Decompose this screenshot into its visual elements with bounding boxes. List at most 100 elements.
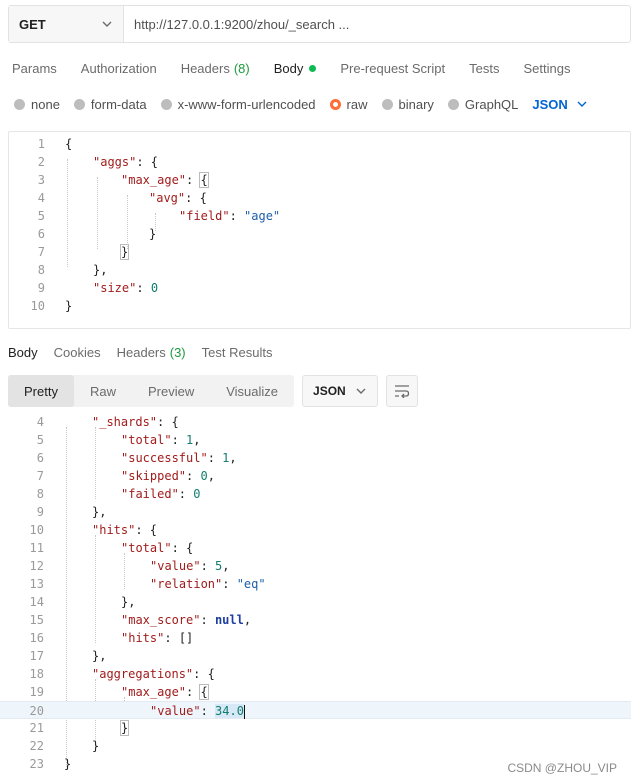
- view-preview-button[interactable]: Preview: [132, 375, 210, 407]
- code-line: 12 "value": 5,: [0, 557, 631, 575]
- json-key: "total": [121, 541, 172, 555]
- code-text: },: [121, 595, 136, 609]
- body-type-binary[interactable]: binary: [381, 97, 434, 112]
- view-visualize-button[interactable]: Visualize: [210, 375, 294, 407]
- code-line: 14},: [0, 593, 631, 611]
- chevron-down-icon: [102, 21, 112, 27]
- code-line: 15 "max_score": null,: [0, 611, 631, 629]
- modified-dot-icon: [309, 64, 317, 72]
- code-line: 10 "hits": {: [0, 521, 631, 539]
- brace: {: [65, 137, 73, 151]
- code-text: }: [92, 739, 100, 753]
- res-tab-cookies[interactable]: Cookies: [46, 336, 109, 368]
- line-number: 18: [29, 667, 44, 681]
- json-key: "field": [179, 209, 230, 223]
- line-number: 17: [29, 649, 44, 663]
- method-select[interactable]: GET: [9, 6, 124, 42]
- res-tab-headers[interactable]: Headers (3): [109, 336, 194, 368]
- code-text: "max_score": null,: [121, 613, 252, 627]
- code-line: 22}: [0, 737, 631, 755]
- json-number: 0: [193, 487, 201, 501]
- tab-settings[interactable]: Settings: [511, 52, 582, 84]
- language-label: JSON: [532, 96, 568, 112]
- code-text: "hits": {: [92, 523, 158, 537]
- tab-prerequest-script[interactable]: Pre-request Script: [328, 52, 457, 84]
- code-line: 9},: [0, 503, 631, 521]
- body-type-urlencoded[interactable]: x-www-form-urlencoded: [160, 97, 316, 112]
- line-number: 13: [29, 577, 44, 591]
- code-line: 11 "total": {: [0, 539, 631, 557]
- tab-authorization[interactable]: Authorization: [69, 52, 169, 84]
- json-key: "size": [93, 281, 137, 295]
- code-text: }: [149, 227, 157, 241]
- line-number: 10: [29, 523, 44, 537]
- radio-selected-icon: [329, 98, 341, 110]
- json-key: "max_age": [121, 173, 187, 187]
- code-line: 1{: [9, 135, 630, 153]
- request-body-editor[interactable]: 1{ 2 "aggs": { 3 "max_age": { 4 "avg": { 5 "…: [8, 131, 631, 329]
- brace: }: [65, 299, 73, 313]
- line-number: 3: [37, 173, 45, 187]
- res-tab-body[interactable]: Body: [0, 336, 46, 368]
- body-type-form-data[interactable]: form-data: [73, 96, 147, 112]
- res-tab-test-results[interactable]: Test Results: [194, 336, 281, 368]
- json-key: "aggregations": [92, 667, 194, 681]
- view-mode-group: Pretty Raw Preview Visualize: [8, 375, 295, 407]
- json-number: 0: [200, 469, 208, 483]
- code-text: "hits": []: [121, 631, 194, 645]
- json-number: 5: [215, 559, 223, 573]
- line-number: 15: [29, 613, 44, 627]
- tab-tests[interactable]: Tests: [457, 52, 511, 84]
- line-number: 14: [29, 595, 44, 609]
- url-input[interactable]: http://127.0.0.1:9200/zhou/_search ...: [124, 6, 630, 42]
- code-line: 7}: [9, 243, 630, 261]
- body-type-graphql[interactable]: GraphQL: [447, 97, 518, 112]
- code-text: }: [64, 757, 72, 771]
- json-key: "_shards": [92, 415, 158, 429]
- line-number: 8: [37, 263, 45, 277]
- line-number: 7: [36, 469, 44, 483]
- code-line: 2 "aggs": {: [9, 153, 630, 171]
- tab-headers-label: Headers: [180, 60, 230, 76]
- code-line: 13 "relation": "eq": [0, 575, 631, 593]
- line-number: 4: [37, 191, 45, 205]
- line-number: 20: [29, 704, 44, 718]
- body-type-form-data-label: form-data: [90, 96, 147, 112]
- body-type-raw[interactable]: raw: [329, 97, 368, 112]
- code-line: 10}: [9, 297, 630, 315]
- code-line: 9 "size": 0: [9, 279, 630, 297]
- radio-icon: [381, 98, 393, 110]
- line-number: 19: [29, 685, 44, 699]
- code-text: "aggregations": {: [92, 667, 215, 681]
- body-type-none-label: none: [31, 96, 60, 112]
- tab-params[interactable]: Params: [0, 52, 69, 84]
- code-text: "total": 1,: [121, 433, 201, 447]
- json-key: "hits": [121, 631, 165, 645]
- method-label: GET: [19, 16, 46, 32]
- wrap-lines-button[interactable]: [386, 375, 419, 407]
- code-line: 4 "avg": {: [9, 189, 630, 207]
- json-key: "max_score": [121, 613, 201, 627]
- code-line: 5 "total": 1,: [0, 431, 631, 449]
- tab-headers[interactable]: Headers (8): [169, 52, 262, 84]
- language-select[interactable]: JSON: [532, 97, 587, 112]
- response-body-viewer[interactable]: 4 "_shards": { 5 "total": 1, 6 "successful"…: [0, 413, 631, 783]
- response-view-bar: Pretty Raw Preview Visualize JSON: [8, 375, 419, 407]
- view-raw-button[interactable]: Raw: [74, 375, 132, 407]
- json-key: "total": [121, 433, 172, 447]
- view-pretty-button[interactable]: Pretty: [8, 375, 74, 407]
- json-string: "eq": [236, 577, 266, 591]
- format-select[interactable]: JSON: [302, 375, 379, 407]
- code-text: "field": "age": [179, 209, 281, 223]
- line-number: 1: [37, 137, 45, 151]
- response-tabs: Body Cookies Headers (3) Test Results: [0, 338, 280, 366]
- code-line: 3 "max_age": {: [9, 171, 630, 189]
- json-key: "aggs": [93, 155, 137, 169]
- code-text: },: [92, 649, 107, 663]
- code-text: "avg": {: [149, 191, 207, 205]
- code-text: "value": 34.0: [150, 704, 245, 719]
- body-type-none[interactable]: none: [14, 97, 60, 112]
- tab-body-label: Body: [273, 60, 304, 76]
- tab-body[interactable]: Body: [262, 52, 329, 84]
- line-number: 6: [37, 227, 45, 241]
